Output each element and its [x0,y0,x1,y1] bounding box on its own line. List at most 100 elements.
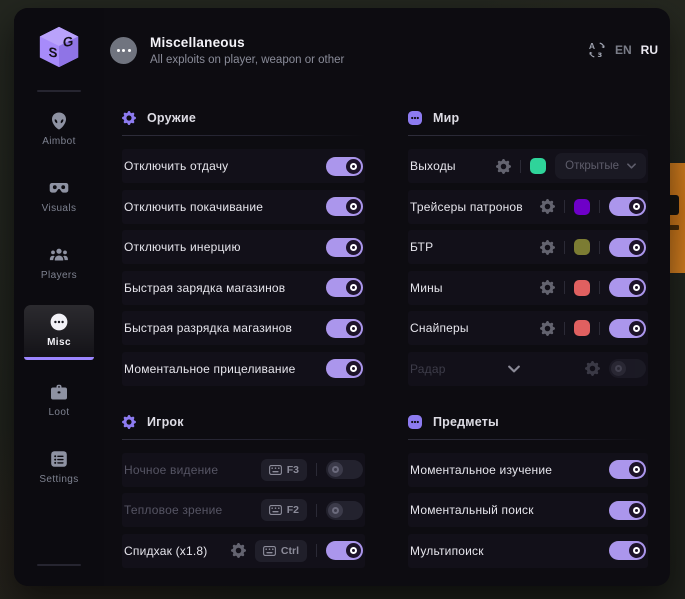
lang-en-button[interactable]: EN [615,43,632,57]
toggle-switch[interactable] [326,197,363,216]
color-swatch[interactable] [574,199,590,215]
section-title: Оружие [147,111,196,125]
feature-label: Выходы [410,159,456,173]
toggle-switch[interactable] [609,238,646,257]
page-icon-ellipsis [110,37,137,64]
message-dots-icon [408,415,422,429]
svg-text:з: з [597,49,602,59]
toggle-switch[interactable] [326,501,363,520]
sidebar-item-label: Aimbot [42,136,76,147]
keyboard-icon [269,465,282,475]
translate-icon[interactable]: A з [588,41,606,59]
gear-icon[interactable] [231,543,246,558]
feature-label: Моментальный поиск [410,503,534,517]
exits-dropdown[interactable]: Открытые [555,153,646,179]
hotkey-badge[interactable]: F2 [261,499,307,521]
feature-label: Отключить инерцию [124,240,241,254]
chevron-down-icon[interactable] [508,365,520,373]
feature-row: Отключить отдачу [122,149,365,183]
feature-label: Радар [410,362,446,376]
toggle-switch[interactable] [609,460,646,479]
sidebar-item-visuals[interactable]: Visuals [24,171,94,223]
sidebar-divider-bottom [37,564,81,566]
feature-row: Отключить инерцию [122,230,365,264]
toggle-switch[interactable] [609,197,646,216]
section-title: Игрок [147,415,184,429]
page-header: Miscellaneous All exploits on player, we… [110,28,658,72]
sidebar-item-misc[interactable]: Misc [24,305,94,360]
feature-label: Моментальное изучение [410,463,552,477]
toggle-switch[interactable] [609,319,646,338]
feature-row: Тепловое зрение F2 [122,493,365,527]
toggle-switch[interactable] [609,359,646,378]
main-area: Miscellaneous All exploits on player, we… [104,8,670,586]
list-icon [49,449,69,469]
app-logo: S G [36,24,82,70]
gear-icon[interactable] [540,199,555,214]
feature-label: Спидхак (x1.8) [124,544,207,558]
section-player: Игрок Ночное видение F3 [122,414,365,568]
gear-icon[interactable] [540,321,555,336]
color-swatch[interactable] [574,239,590,255]
lang-ru-button[interactable]: RU [641,43,658,57]
feature-row: Мины [408,271,648,305]
toggle-switch[interactable] [326,238,363,257]
toggle-switch[interactable] [609,278,646,297]
briefcase-icon [49,382,69,402]
feature-label: Трейсеры патронов [410,200,523,214]
feature-row: Радар [408,352,648,386]
sidebar-divider-top [37,90,81,92]
svg-text:S: S [48,44,57,60]
toggle-switch[interactable] [326,359,363,378]
feature-label: Быстрая зарядка магазинов [124,281,285,295]
toggle-switch[interactable] [326,319,363,338]
feature-label: Отключить покачивание [124,200,263,214]
sidebar-item-settings[interactable]: Settings [24,442,94,494]
color-swatch[interactable] [574,280,590,296]
section-title: Предметы [433,415,499,429]
toggle-switch[interactable] [609,541,646,560]
players-icon [49,245,69,265]
sidebar-item-aimbot[interactable]: Aimbot [24,104,94,156]
sidebar: S G Aimbot Visuals [14,8,104,586]
svg-text:G: G [63,34,73,50]
feature-row: Снайперы [408,311,648,345]
toggle-switch[interactable] [326,541,363,560]
content-grid: Оружие Отключить отдачу Отключить покачи… [104,110,658,574]
feature-row: БТР [408,230,648,264]
gear-icon[interactable] [585,361,600,376]
sidebar-item-label: Loot [48,407,69,418]
feature-row: Быстрая разрядка магазинов [122,311,365,345]
page-title: Miscellaneous [150,35,344,50]
keyboard-icon [263,546,276,556]
gear-icon[interactable] [540,240,555,255]
color-swatch[interactable] [574,320,590,336]
gear-icon[interactable] [496,159,511,174]
page-subtitle: All exploits on player, weapon or other [150,54,344,66]
feature-row: Моментальный поиск [408,493,648,527]
feature-label: Быстрая разрядка магазинов [124,321,292,335]
feature-row: Отключить покачивание [122,190,365,224]
gear-icon[interactable] [540,280,555,295]
sidebar-item-label: Players [41,270,77,281]
feature-row: Мультипоиск [408,534,648,568]
sidebar-item-players[interactable]: Players [24,238,94,290]
gear-icon [122,415,136,429]
section-world: Мир Выходы Открытые [408,110,648,386]
toggle-switch[interactable] [609,501,646,520]
hotkey-badge[interactable]: Ctrl [255,540,307,562]
cheat-window: S G Aimbot Visuals [14,8,670,586]
right-column: Мир Выходы Открытые [408,110,648,574]
section-weapon: Оружие Отключить отдачу Отключить покачи… [122,110,365,386]
color-swatch[interactable] [530,158,546,174]
hotkey-badge[interactable]: F3 [261,459,307,481]
toggle-switch[interactable] [326,460,363,479]
sidebar-item-loot[interactable]: Loot [24,375,94,427]
toggle-switch[interactable] [326,278,363,297]
alien-icon [49,111,69,131]
feature-row: Спидхак (x1.8) Ctrl [122,534,365,568]
keyboard-icon [269,505,282,515]
feature-row: Моментальное прицеливание [122,352,365,386]
toggle-switch[interactable] [326,157,363,176]
section-divider [122,135,365,136]
